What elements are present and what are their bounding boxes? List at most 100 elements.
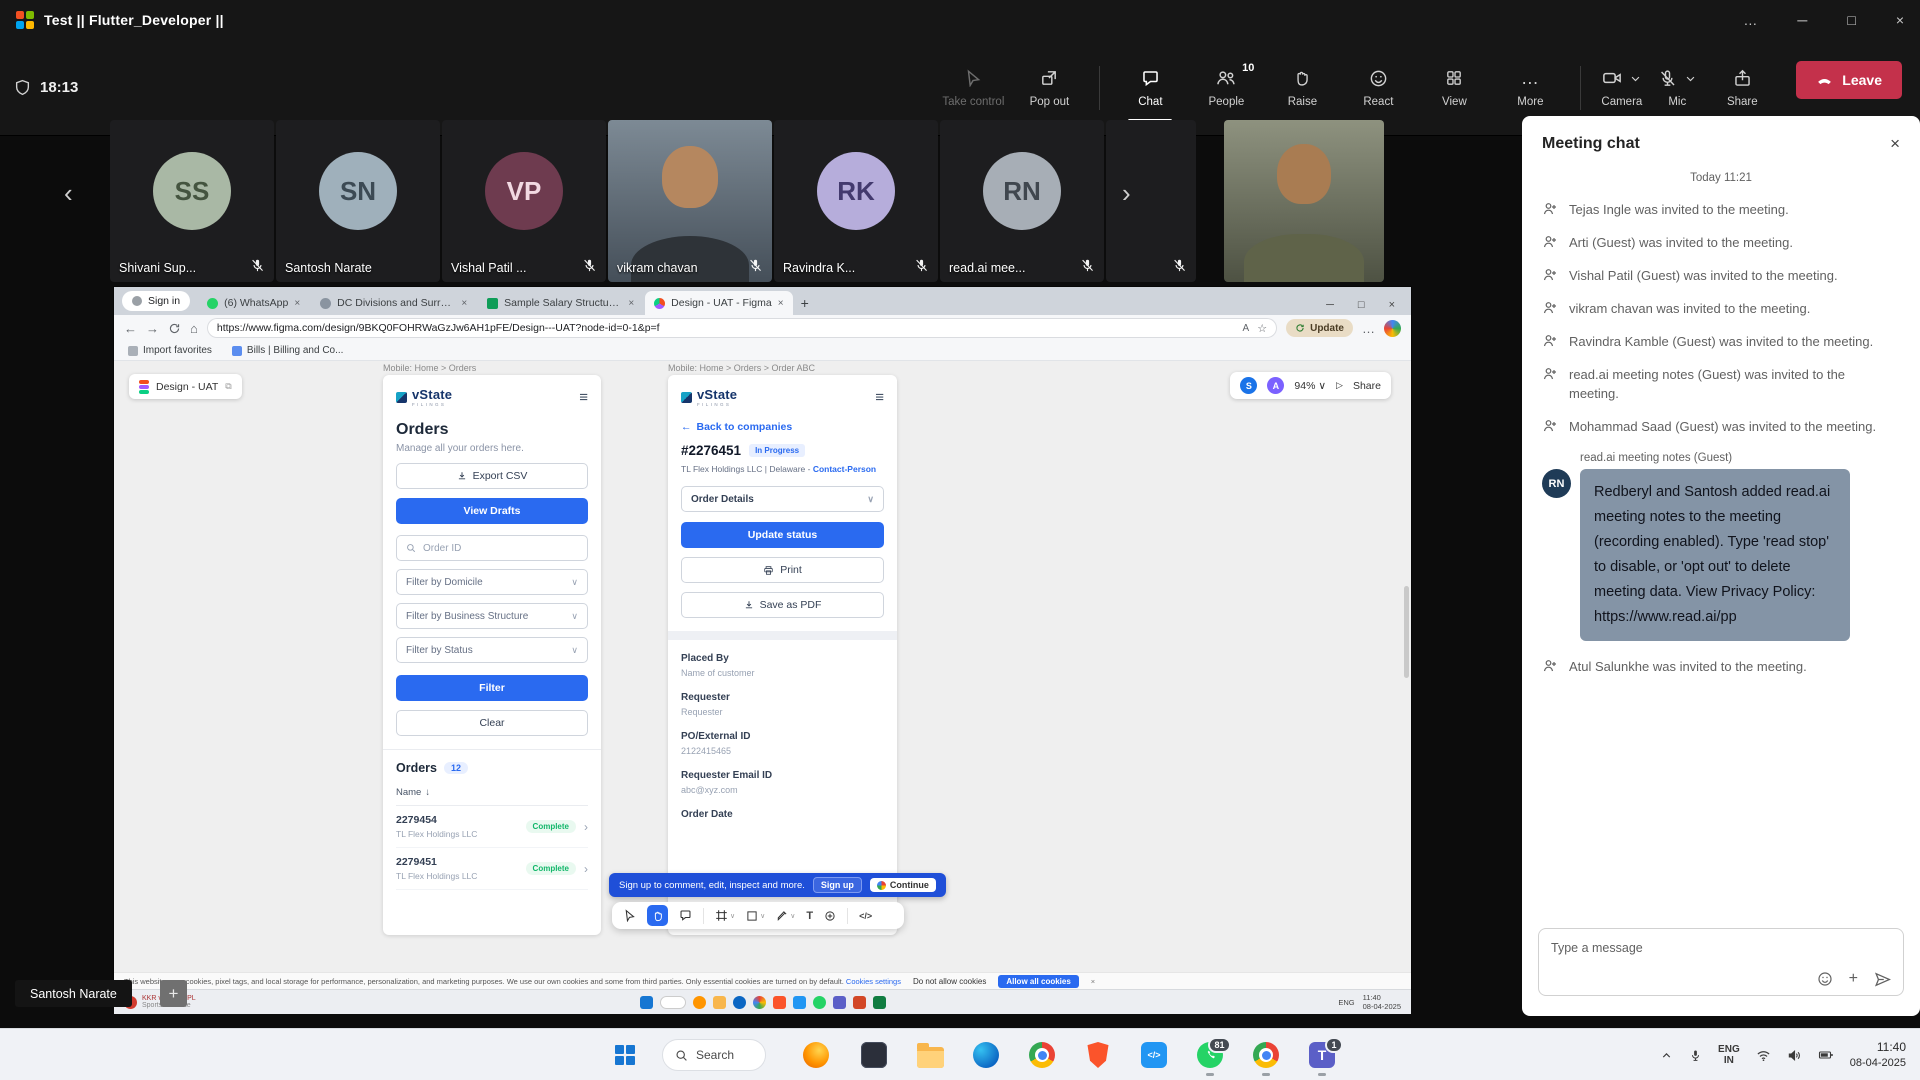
save-as-pdf-button[interactable]: Save as PDF <box>681 592 884 618</box>
start-button[interactable] <box>612 1042 638 1068</box>
menu-icon[interactable]: ≡ <box>579 389 588 406</box>
filter-domicile-select[interactable]: Filter by Domicile∨ <box>396 569 588 595</box>
battery-icon[interactable] <box>1818 1047 1834 1063</box>
attach-plus-icon[interactable]: + <box>1849 970 1858 988</box>
collaborator-avatar[interactable]: A <box>1267 377 1284 394</box>
browser-update-button[interactable]: Update <box>1286 319 1353 337</box>
shared-screen-browser[interactable]: Sign in (6) WhatsApp× DC Divisions and S… <box>114 287 1411 989</box>
firefox-icon[interactable] <box>800 1039 832 1071</box>
tab-close-icon[interactable]: × <box>628 298 634 309</box>
participant-tile[interactable]: RK Ravindra K... <box>774 120 938 282</box>
zoom-level[interactable]: 94% ∨ <box>1294 380 1326 392</box>
tray-mic-icon[interactable] <box>1689 1049 1702 1062</box>
deny-cookies-button[interactable]: Do not allow cookies <box>913 977 986 986</box>
tray-chevron-icon[interactable] <box>1660 1049 1673 1062</box>
forward-icon[interactable]: → <box>146 321 159 336</box>
teams-icon[interactable]: T 1 <box>1306 1039 1338 1071</box>
bookmark-item[interactable]: Import favorites <box>128 345 212 356</box>
app-icon[interactable] <box>813 996 826 1009</box>
scroll-left-icon[interactable]: ‹ <box>64 178 73 209</box>
chat-input-box[interactable]: + <box>1538 928 1904 996</box>
dev-mode-icon[interactable]: </> <box>859 911 872 921</box>
participant-tile[interactable]: RN read.ai mee... <box>940 120 1104 282</box>
start-icon[interactable] <box>640 996 653 1009</box>
name-column-header[interactable]: Name↓ <box>396 787 588 806</box>
browser-tab-active[interactable]: Design - UAT - Figma× <box>645 291 792 315</box>
camera-button[interactable]: Camera <box>1595 52 1648 124</box>
sort-icon[interactable]: ↓ <box>425 787 430 798</box>
participant-tile[interactable]: SS Shivani Sup... <box>110 120 274 282</box>
bookmark-item[interactable]: Bills | Billing and Co... <box>232 345 344 356</box>
move-tool-icon[interactable] <box>623 909 636 922</box>
people-button[interactable]: 10 People <box>1190 52 1262 124</box>
app-icon[interactable] <box>833 996 846 1009</box>
signup-button[interactable]: Sign up <box>813 877 862 893</box>
browser-close-icon[interactable]: × <box>1389 299 1395 311</box>
allow-cookies-button[interactable]: Allow all cookies <box>998 975 1078 988</box>
frame-tool-icon[interactable]: ∨ <box>715 909 735 922</box>
tab-close-icon[interactable]: × <box>294 298 300 309</box>
print-button[interactable]: Print <box>681 557 884 583</box>
figma-file-chip[interactable]: Design - UAT ⧉ <box>129 374 242 399</box>
present-icon[interactable]: ▷ <box>1336 380 1343 391</box>
maximize-button[interactable]: □ <box>1847 12 1855 28</box>
back-to-companies-link[interactable]: ←Back to companies <box>681 421 884 433</box>
app-icon[interactable] <box>733 996 746 1009</box>
app-icon[interactable] <box>773 996 786 1009</box>
participant-tile[interactable]: SN Santosh Narate <box>276 120 440 282</box>
google-continue-button[interactable]: Continue <box>870 878 936 892</box>
home-icon[interactable]: ⌂ <box>190 321 198 336</box>
chrome-icon[interactable] <box>1250 1039 1282 1071</box>
mic-chevron-icon[interactable] <box>1685 67 1696 89</box>
app-icon[interactable] <box>753 996 766 1009</box>
pop-out-button[interactable]: Pop out <box>1013 52 1085 124</box>
export-csv-button[interactable]: Export CSV <box>396 463 588 489</box>
figma-share-button[interactable]: Share <box>1353 380 1381 392</box>
file-explorer-icon[interactable] <box>914 1039 946 1071</box>
emoji-icon[interactable] <box>1817 971 1833 987</box>
new-tab-button[interactable]: + <box>801 295 809 311</box>
react-button[interactable]: React <box>1342 52 1414 124</box>
taskbar-search[interactable]: Search <box>662 1039 766 1071</box>
participant-tile[interactable]: vikram chavan <box>608 120 772 282</box>
view-button[interactable]: View <box>1418 52 1490 124</box>
read-aloud-icon[interactable]: A <box>1243 323 1250 334</box>
contact-person-link[interactable]: Contact-Person <box>813 464 876 474</box>
filter-business-structure-select[interactable]: Filter by Business Structure∨ <box>396 603 588 629</box>
cookie-settings-link[interactable]: Cookies settings <box>846 977 901 986</box>
share-overlay-add-button[interactable]: + <box>160 980 187 1007</box>
vscode-icon[interactable]: </> <box>1138 1039 1170 1071</box>
refresh-icon[interactable] <box>168 322 181 335</box>
participant-tile[interactable] <box>1106 120 1196 282</box>
browser-maximize-icon[interactable]: □ <box>1358 299 1365 311</box>
menu-icon[interactable]: ≡ <box>875 389 884 406</box>
order-id-input[interactable]: Order ID <box>396 535 588 561</box>
leave-button[interactable]: Leave <box>1796 61 1902 99</box>
edge-icon[interactable] <box>970 1039 1002 1071</box>
chat-button[interactable]: Chat <box>1114 52 1186 124</box>
comment-tool-icon[interactable] <box>679 909 692 922</box>
dark-app-icon[interactable] <box>858 1039 890 1071</box>
titlebar-more-icon[interactable]: … <box>1743 12 1757 28</box>
camera-chevron-icon[interactable] <box>1630 67 1641 89</box>
browser-tab[interactable]: (6) WhatsApp× <box>198 291 309 315</box>
brave-icon[interactable] <box>1082 1039 1114 1071</box>
send-icon[interactable] <box>1874 971 1891 988</box>
favorite-star-icon[interactable]: ☆ <box>1257 322 1267 335</box>
clear-button[interactable]: Clear <box>396 710 588 736</box>
raise-hand-button[interactable]: Raise <box>1266 52 1338 124</box>
text-tool-icon[interactable]: T <box>806 910 813 922</box>
minimize-button[interactable]: ─ <box>1797 12 1807 28</box>
wifi-icon[interactable] <box>1756 1048 1771 1063</box>
figma-canvas[interactable]: Design - UAT ⧉ S A 94% ∨ ▷ Share Mobile:… <box>114 361 1411 972</box>
chat-input[interactable] <box>1551 941 1891 955</box>
participant-tile[interactable]: VP Vishal Patil ... <box>442 120 606 282</box>
order-row[interactable]: 2279451TL Flex Holdings LLC Complete › <box>396 848 588 890</box>
frame-label[interactable]: Mobile: Home > Orders > Order ABC <box>668 363 815 373</box>
browser-tab[interactable]: DC Divisions and Surroundings× <box>311 291 476 315</box>
mic-button[interactable]: Mic <box>1652 52 1702 124</box>
resources-tool-icon[interactable] <box>824 910 836 922</box>
shape-tool-icon[interactable]: ∨ <box>746 910 765 922</box>
filter-button[interactable]: Filter <box>396 675 588 701</box>
frame-label[interactable]: Mobile: Home > Orders <box>383 363 476 373</box>
